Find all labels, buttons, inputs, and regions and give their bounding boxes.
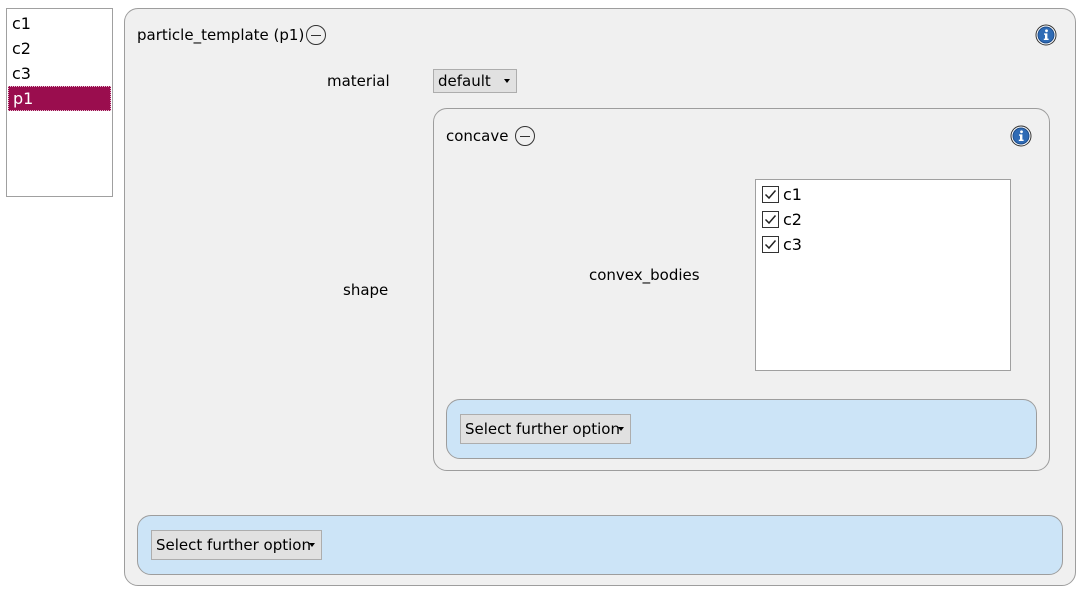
object-list-item-c1[interactable]: c1 [8,11,111,36]
further-option-label: Select further option [465,420,620,438]
convex-body-item-c2[interactable]: c2 [762,207,1010,232]
convex-body-label: c3 [783,235,802,254]
triangle-down-icon [309,543,315,547]
material-label: material [327,72,390,90]
concave-further-option-dropdown[interactable]: Select further option [460,414,631,444]
collapse-concave-icon[interactable] [515,126,535,146]
convex-body-label: c2 [783,210,802,229]
checkbox[interactable] [762,236,779,253]
panel-further-option-dropdown[interactable]: Select further option [151,530,322,560]
shape-label: shape [343,281,389,299]
panel-title: particle_template (p1) [137,26,305,44]
concave-info-icon[interactable] [1010,125,1032,147]
material-dropdown-value: default [438,72,491,90]
further-option-label: Select further option [156,536,311,554]
concave-title: concave [446,127,509,145]
object-list-item-c2[interactable]: c2 [8,36,111,61]
checkmark-icon [764,215,777,225]
concave-further-options: Select further option [446,399,1037,459]
checkmark-icon [764,240,777,250]
object-list-item-p1[interactable]: p1 [8,86,111,111]
concave-panel: concave convex_bodies c1 c2 c3 Select fu… [433,108,1050,471]
object-list[interactable]: c1 c2 c3 p1 [6,8,113,197]
particle-template-panel: particle_template (p1) material default … [124,8,1076,586]
triangle-down-icon [504,79,510,83]
checkmark-icon [764,190,777,200]
app-window: c1 c2 c3 p1 particle_template (p1) mater… [0,0,1083,593]
convex-body-label: c1 [783,185,802,204]
convex-body-item-c1[interactable]: c1 [762,182,1010,207]
convex-body-item-c3[interactable]: c3 [762,232,1010,257]
convex-bodies-label: convex_bodies [589,266,700,284]
triangle-down-icon [618,427,624,431]
material-dropdown[interactable]: default [433,69,517,93]
object-list-item-c3[interactable]: c3 [8,61,111,86]
panel-further-options: Select further option [137,515,1063,575]
info-icon[interactable] [1035,24,1057,46]
checkbox[interactable] [762,211,779,228]
checkbox[interactable] [762,186,779,203]
collapse-panel-icon[interactable] [306,25,326,45]
convex-bodies-list[interactable]: c1 c2 c3 [755,179,1011,371]
